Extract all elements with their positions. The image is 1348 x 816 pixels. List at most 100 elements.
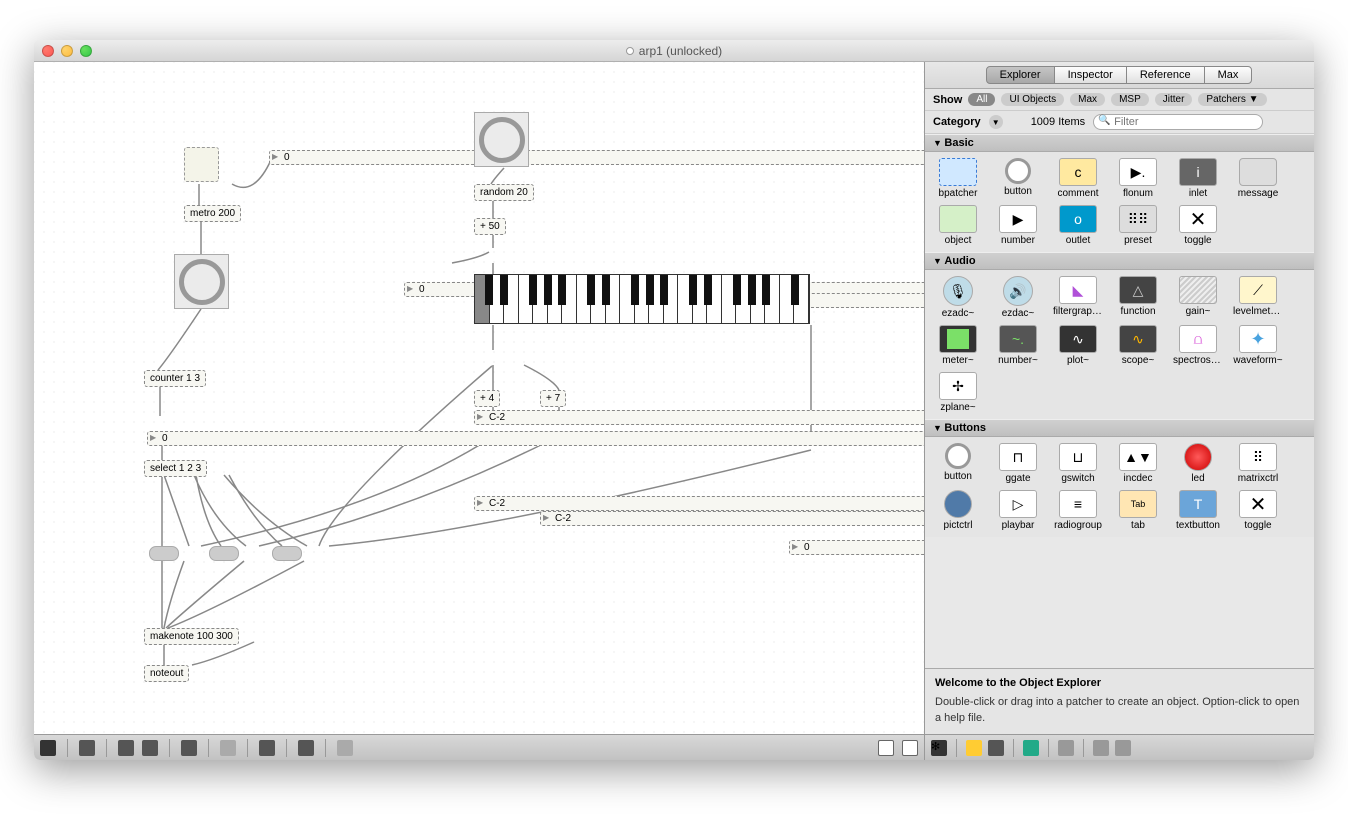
plus7-object[interactable]: + 7	[540, 390, 566, 407]
counter-object[interactable]: counter 1 3	[144, 370, 206, 387]
traffic-lights	[42, 45, 92, 57]
item-meter[interactable]: meter~	[933, 325, 983, 366]
tab-inspector[interactable]: Inspector	[1054, 66, 1127, 84]
grid-view-icon[interactable]	[966, 740, 982, 756]
presentation-icon[interactable]	[181, 740, 197, 756]
filter-patchers[interactable]: Patchers ▼	[1198, 93, 1266, 106]
item-outlet[interactable]: ooutlet	[1053, 205, 1103, 246]
item-scope[interactable]: ∿scope~	[1113, 325, 1163, 366]
item-plot[interactable]: ∿plot~	[1053, 325, 1103, 366]
number-box-counter[interactable]: 0	[147, 431, 924, 446]
explorer-body[interactable]: Basic bpatcher button ccomment ▶.flonum …	[925, 134, 1314, 668]
item-bpatcher[interactable]: bpatcher	[933, 158, 983, 199]
plus4-object[interactable]: + 4	[474, 390, 500, 407]
search-input[interactable]	[1093, 114, 1263, 130]
help-icon[interactable]	[1093, 740, 1109, 756]
item-toggle[interactable]: ✕toggle	[1173, 205, 1223, 246]
button-object-right[interactable]	[474, 112, 529, 167]
item-filtergraph[interactable]: ◣filtergraph~	[1053, 276, 1103, 319]
patcher-canvas[interactable]: 0 metro 200 counter 1 3 0 select 1 2 3 m…	[34, 62, 924, 760]
item-preset[interactable]: ⠿⠿preset	[1113, 205, 1163, 246]
item-led[interactable]: led	[1173, 443, 1223, 484]
item-function[interactable]: △function	[1113, 276, 1163, 319]
item-levelmeter[interactable]: ⟋levelmeter~	[1233, 276, 1283, 319]
item-comment[interactable]: ccomment	[1053, 158, 1103, 199]
gate-1[interactable]	[149, 546, 179, 561]
gate-3[interactable]	[272, 546, 302, 561]
item-gswitch[interactable]: ⊔gswitch	[1053, 443, 1103, 484]
gate-2[interactable]	[209, 546, 239, 561]
window-title: arp1 (unlocked)	[639, 44, 722, 58]
plus50-object[interactable]: + 50	[474, 218, 506, 235]
debug-icon[interactable]	[337, 740, 353, 756]
section-basic[interactable]: Basic	[925, 134, 1314, 152]
item-spectroscope[interactable]: ⩍spectroscope~	[1173, 325, 1223, 366]
number-box-velocity[interactable]: 0	[789, 540, 924, 555]
item-number[interactable]: ▶number	[993, 205, 1043, 246]
filter-all[interactable]: All	[968, 93, 995, 106]
tab-explorer[interactable]: Explorer	[986, 66, 1055, 84]
panel-left-icon[interactable]	[878, 740, 894, 756]
tab-max[interactable]: Max	[1204, 66, 1253, 84]
grid-icon[interactable]	[298, 740, 314, 756]
select-object[interactable]: select 1 2 3	[144, 460, 207, 477]
filter-jitter[interactable]: Jitter	[1155, 93, 1193, 106]
tab-reference[interactable]: Reference	[1126, 66, 1205, 84]
new-object-icon[interactable]	[79, 740, 95, 756]
gear-icon[interactable]: ✻	[931, 740, 947, 756]
metro-object[interactable]: metro 200	[184, 205, 241, 222]
help-text: Double-click or drag into a patcher to c…	[935, 695, 1304, 726]
note-display-4[interactable]: C-2	[540, 511, 924, 526]
eye-icon[interactable]	[1023, 740, 1039, 756]
section-audio[interactable]: Audio	[925, 252, 1314, 270]
menu-icon[interactable]	[1115, 740, 1131, 756]
item-gain[interactable]: gain~	[1173, 276, 1223, 319]
item-waveform[interactable]: ✦waveform~	[1233, 325, 1283, 366]
item-inlet[interactable]: iinlet	[1173, 158, 1223, 199]
help-area: Welcome to the Object Explorer Double-cl…	[925, 668, 1314, 734]
panel-right-icon[interactable]	[902, 740, 918, 756]
item-textbutton[interactable]: Ttextbutton	[1173, 490, 1223, 531]
button-object-left[interactable]	[174, 254, 229, 309]
item-pictctrl[interactable]: pictctrl	[933, 490, 983, 531]
item-toggle2[interactable]: ✕toggle	[1233, 490, 1283, 531]
makenote-object[interactable]: makenote 100 300	[144, 628, 239, 645]
item-button[interactable]: button	[993, 158, 1043, 199]
item-object[interactable]: object	[933, 205, 983, 246]
item-flonum[interactable]: ▶.flonum	[1113, 158, 1163, 199]
lock-icon[interactable]	[40, 740, 56, 756]
zoom-button[interactable]	[80, 45, 92, 57]
item-message[interactable]: message	[1233, 158, 1283, 199]
item-incdec[interactable]: ▲▼incdec	[1113, 443, 1163, 484]
number-box-metro[interactable]: 0	[269, 150, 924, 165]
item-numbertilde[interactable]: ~.number~	[993, 325, 1043, 366]
close-button[interactable]	[42, 45, 54, 57]
info-icon[interactable]	[220, 740, 236, 756]
item-matrixctrl[interactable]: ⠿matrixctrl	[1233, 443, 1283, 484]
toggle-object[interactable]	[184, 147, 219, 182]
note-display-3[interactable]: C-2	[474, 496, 924, 511]
minimize-button[interactable]	[61, 45, 73, 57]
section-buttons[interactable]: Buttons	[925, 419, 1314, 437]
item-ezadc[interactable]: 🎙ezadc~	[933, 276, 983, 319]
filter-ui-objects[interactable]: UI Objects	[1001, 93, 1064, 106]
zoom-icon[interactable]	[118, 740, 134, 756]
grid-toggle-icon[interactable]	[142, 740, 158, 756]
add-icon[interactable]	[1058, 740, 1074, 756]
item-ggate[interactable]: ⊓ggate	[993, 443, 1043, 484]
item-tab[interactable]: Tabtab	[1113, 490, 1163, 531]
item-button2[interactable]: button	[933, 443, 983, 484]
item-playbar[interactable]: ▷playbar	[993, 490, 1043, 531]
noteout-object[interactable]: noteout	[144, 665, 189, 682]
filter-max[interactable]: Max	[1070, 93, 1105, 106]
audio-icon[interactable]	[259, 740, 275, 756]
random-object[interactable]: random 20	[474, 184, 534, 201]
list-view-icon[interactable]	[988, 740, 1004, 756]
item-zplane[interactable]: ✢zplane~	[933, 372, 983, 413]
filter-msp[interactable]: MSP	[1111, 93, 1149, 106]
category-dropdown-icon[interactable]: ▼	[989, 115, 1003, 129]
kslider-object[interactable]	[474, 274, 810, 324]
item-radiogroup[interactable]: ≡radiogroup	[1053, 490, 1103, 531]
item-ezdac[interactable]: 🔊ezdac~	[993, 276, 1043, 319]
note-display-2[interactable]: C-2	[474, 410, 924, 425]
